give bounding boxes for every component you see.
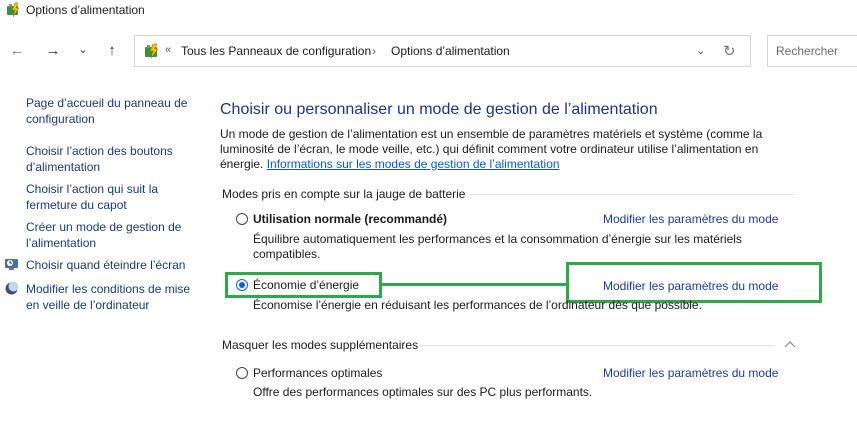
radio-balanced[interactable] xyxy=(236,213,248,225)
back-button[interactable]: ← xyxy=(6,40,28,62)
power-options-icon xyxy=(7,2,20,18)
section-battery-plans: Modes pris en compte sur la jauge de bat… xyxy=(222,187,466,201)
radio-high-performance[interactable] xyxy=(236,367,248,379)
sidebar-item-sleep-conditions[interactable]: Modifier les conditions de mise en veill… xyxy=(26,281,196,313)
sidebar-item-power-buttons[interactable]: Choisir l’action des boutons d’alimentat… xyxy=(26,143,186,175)
chevron-up-icon[interactable] xyxy=(784,339,796,349)
change-plan-settings-balanced[interactable]: Modifier les paramètres du mode xyxy=(603,212,778,226)
forward-button[interactable]: → xyxy=(42,40,64,62)
moon-sleep-icon xyxy=(5,281,19,295)
page-title: Choisir ou personnaliser un mode de gest… xyxy=(220,101,658,118)
display-timer-icon xyxy=(5,259,18,270)
page-description: Un mode de gestion de l’alimentation est… xyxy=(220,127,780,172)
breadcrumb-power-options[interactable]: Options d’alimentation xyxy=(391,44,510,58)
plan-desc-balanced: Équilibre automatiquement les performanc… xyxy=(253,232,742,261)
search-placeholder: Rechercher xyxy=(776,44,839,58)
section-divider-2 xyxy=(420,345,775,346)
sidebar-item-lid-close[interactable]: Choisir l’action qui suit la fermeture d… xyxy=(26,181,176,213)
address-dropdown-icon[interactable]: ⌄ xyxy=(696,44,705,57)
plan-desc-power-saver: Économise l’énergie en réduisant les per… xyxy=(253,298,702,312)
section-hide-additional-plans[interactable]: Masquer les modes supplémentaires xyxy=(222,338,418,352)
window-title: Options d’alimentation xyxy=(26,3,145,17)
address-bar[interactable]: « Tous les Panneaux de configuration › O… xyxy=(134,35,751,67)
refresh-icon[interactable]: ↻ xyxy=(723,42,736,60)
search-input[interactable]: Rechercher xyxy=(767,35,857,67)
info-link[interactable]: Informations sur les modes de gestion de… xyxy=(267,157,560,171)
up-button[interactable]: ↑ xyxy=(101,40,123,62)
change-plan-settings-high-performance[interactable]: Modifier les paramètres du mode xyxy=(603,366,778,380)
highlight-connector xyxy=(382,283,567,286)
plan-name-power-saver[interactable]: Économie d’énergie xyxy=(253,278,359,292)
plan-desc-high-performance: Offre des performances optimales sur des… xyxy=(253,385,593,399)
breadcrumb-all-control-panel[interactable]: Tous les Panneaux de configuration xyxy=(181,44,371,58)
change-plan-settings-power-saver[interactable]: Modifier les paramètres du mode xyxy=(603,279,778,293)
address-overflow-chevron[interactable]: « xyxy=(165,44,171,56)
control-panel-icon xyxy=(145,43,159,59)
sidebar-item-create-plan[interactable]: Créer un mode de gestion de l’alimentati… xyxy=(26,219,186,251)
breadcrumb-separator-icon[interactable]: › xyxy=(372,44,376,58)
plan-name-balanced[interactable]: Utilisation normale (recommandé) xyxy=(253,212,447,226)
recent-locations-button[interactable]: ⌄ xyxy=(72,39,94,61)
plan-name-high-performance[interactable]: Performances optimales xyxy=(253,366,382,380)
title-bar: Options d’alimentation xyxy=(0,0,857,22)
sidebar-item-home[interactable]: Page d’accueil du panneau de configurati… xyxy=(26,95,201,127)
radio-power-saver[interactable] xyxy=(236,279,248,291)
section-divider xyxy=(470,194,795,195)
sidebar-item-display-off[interactable]: Choisir quand éteindre l’écran xyxy=(26,257,201,273)
